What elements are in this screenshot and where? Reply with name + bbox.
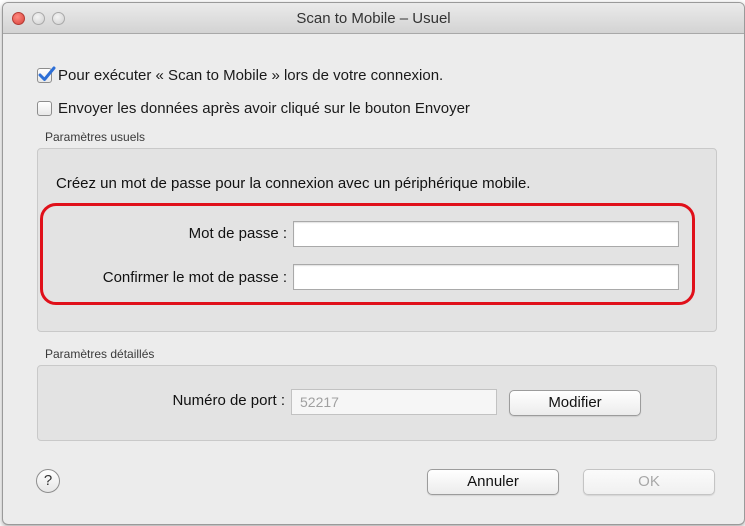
ok-button[interactable]: OK bbox=[583, 469, 715, 495]
send-after-button-option[interactable]: Envoyer les données après avoir cliqué s… bbox=[37, 100, 470, 117]
detailed-settings-group-label: Paramètres détaillés bbox=[45, 347, 155, 361]
password-instruction: Créez un mot de passe pour la connexion … bbox=[56, 175, 531, 192]
run-at-login-label: Pour exécuter « Scan to Mobile » lors de… bbox=[58, 67, 444, 84]
password-label: Mot de passe : bbox=[188, 225, 287, 242]
window-title: Scan to Mobile – Usuel bbox=[296, 10, 451, 27]
run-at-login-option[interactable]: Pour exécuter « Scan to Mobile » lors de… bbox=[37, 66, 444, 84]
help-icon[interactable]: ? bbox=[36, 469, 60, 493]
port-number-field: 52217 bbox=[291, 389, 497, 415]
cancel-button[interactable]: Annuler bbox=[427, 469, 559, 495]
send-after-button-checkbox[interactable] bbox=[37, 101, 52, 116]
dialog-window: Scan to Mobile – Usuel Pour exécuter « S… bbox=[2, 2, 745, 525]
password-field[interactable] bbox=[293, 221, 679, 247]
port-number-label: Numéro de port : bbox=[172, 392, 285, 409]
modify-port-button[interactable]: Modifier bbox=[509, 390, 641, 416]
confirm-password-field[interactable] bbox=[293, 264, 679, 290]
usual-settings-group-label: Paramètres usuels bbox=[45, 130, 146, 144]
checkmark-icon bbox=[38, 66, 56, 81]
title-bar: Scan to Mobile – Usuel bbox=[3, 3, 744, 34]
confirm-password-label: Confirmer le mot de passe : bbox=[102, 269, 287, 286]
run-at-login-checkbox[interactable] bbox=[37, 66, 56, 83]
send-after-button-label: Envoyer les données après avoir cliqué s… bbox=[58, 100, 470, 117]
